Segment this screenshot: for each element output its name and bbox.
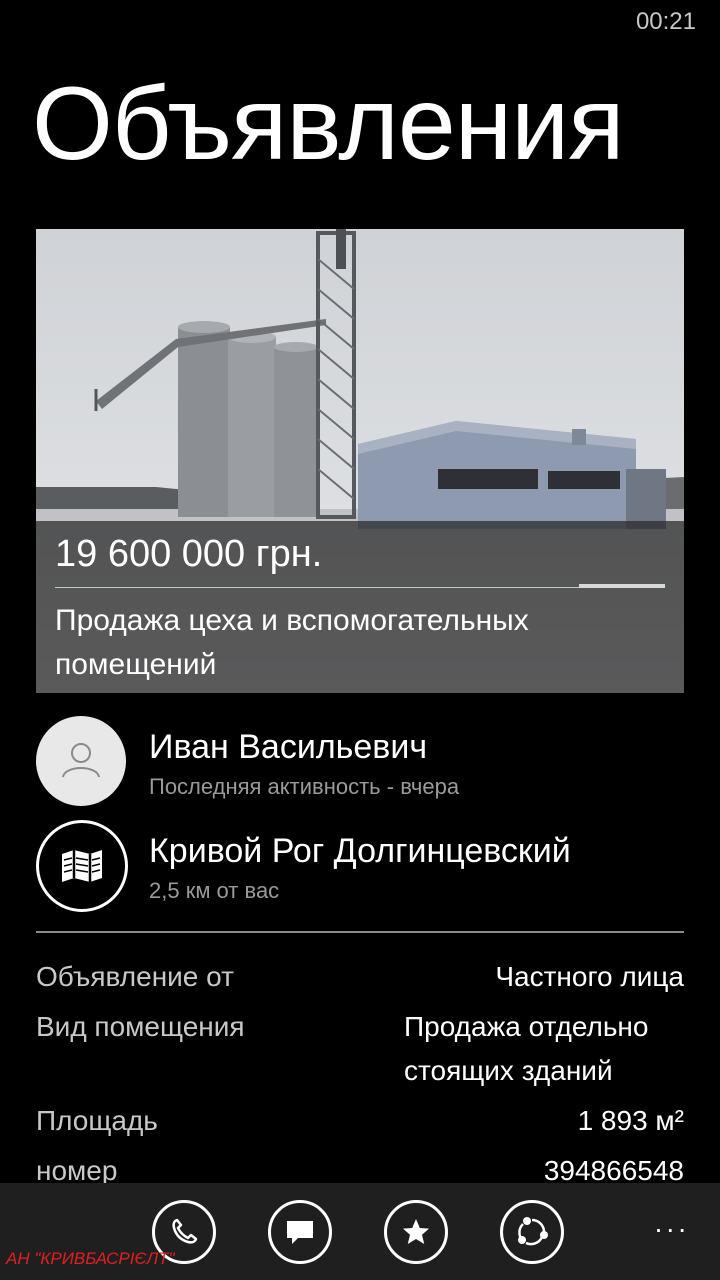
person-icon <box>62 743 100 778</box>
detail-value: Продажа отдельно стоящих зданий <box>404 1011 649 1086</box>
photo-pager-indicator <box>579 584 665 588</box>
star-icon <box>403 1219 429 1244</box>
status-time: 00:21 <box>635 8 696 35</box>
detail-value: 1 893 м² <box>577 1105 684 1136</box>
page-title: Объявления <box>32 66 625 182</box>
detail-row: Площадь 1 893 м² <box>36 1099 684 1143</box>
listing-photo-card[interactable]: 19 600 000 грн. Продажа цеха и вспомогат… <box>36 229 684 693</box>
message-button[interactable] <box>268 1200 332 1264</box>
more-button[interactable]: ... <box>655 1207 690 1239</box>
detail-label: Площадь <box>36 1105 158 1136</box>
detail-value: Частного лица <box>495 961 684 992</box>
map-icon <box>62 850 102 882</box>
share-button[interactable] <box>500 1200 564 1264</box>
seller-activity: Последняя активность - вчера <box>149 774 460 799</box>
location-distance: 2,5 км от вас <box>149 878 280 903</box>
detail-label: Объявление от <box>36 961 234 992</box>
favorite-button[interactable] <box>384 1200 448 1264</box>
details-list: Объявление от Частного лица Вид помещени… <box>36 955 684 1193</box>
listing-title: Продажа цеха и вспомогательных помещений <box>55 604 529 681</box>
seller-name: Иван Васильевич <box>149 728 428 766</box>
location-row[interactable]: Кривой Рог Долгинцевский 2,5 км от вас <box>36 820 684 912</box>
caption-divider <box>55 587 665 588</box>
share-icon <box>518 1217 548 1246</box>
watermark-logo: АН "КРИВБАСРІЄЛТ" <box>6 1249 175 1268</box>
map-button[interactable] <box>36 820 128 912</box>
detail-row: Вид помещения Продажа отдельно стоящих з… <box>36 1005 684 1093</box>
phone-icon <box>172 1218 198 1244</box>
seller-row[interactable]: Иван Васильевич Последняя активность - в… <box>36 716 684 808</box>
detail-row: Объявление от Частного лица <box>36 955 684 999</box>
detail-label: Вид помещения <box>36 1011 245 1042</box>
seller-avatar <box>36 716 126 806</box>
message-icon <box>287 1221 313 1244</box>
section-divider <box>36 931 684 933</box>
listing-price: 19 600 000 грн. <box>55 533 323 575</box>
location-name: Кривой Рог Долгинцевский <box>149 832 571 870</box>
